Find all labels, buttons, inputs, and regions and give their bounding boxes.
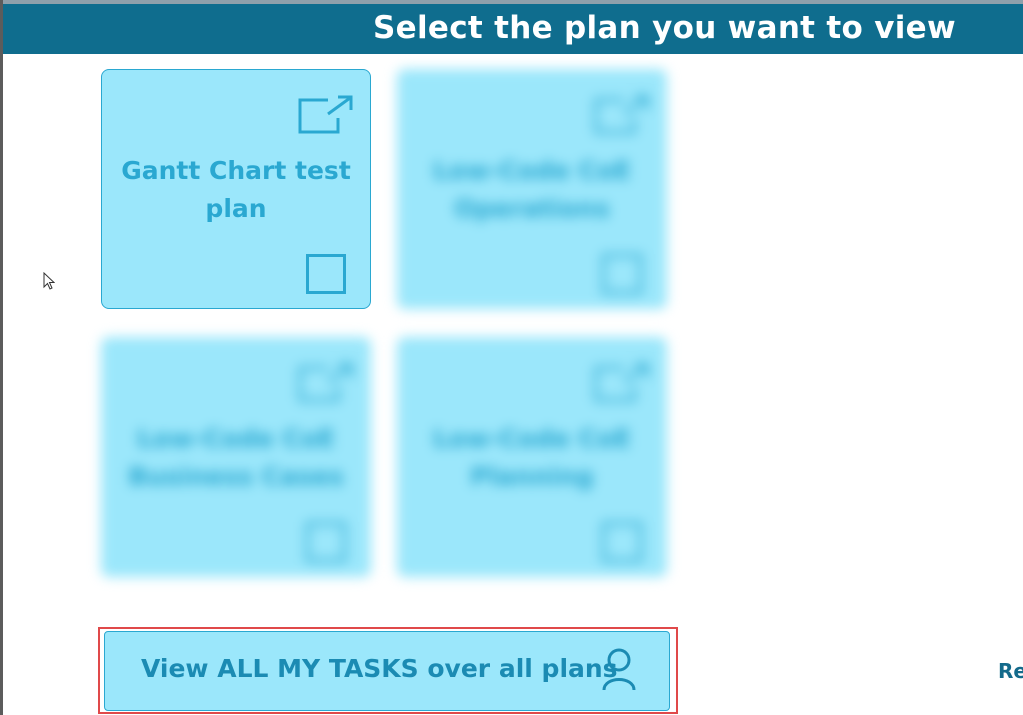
- header-bar: Select the plan you want to view: [3, 4, 1023, 54]
- person-icon: [602, 648, 636, 691]
- plan-checkbox[interactable]: [306, 254, 346, 294]
- plan-checkbox[interactable]: [602, 522, 642, 562]
- refresh-link[interactable]: Re: [998, 659, 1023, 683]
- plan-tile-planning[interactable]: Low-Code CoE Planning: [397, 337, 667, 577]
- plan-tile-operations[interactable]: Low-Code CoE Operations: [397, 69, 667, 309]
- plan-tile-label: Gantt Chart test plan: [121, 156, 351, 223]
- plan-tile-label: Low-Code CoE Business Cases: [128, 424, 344, 491]
- plan-checkbox[interactable]: [602, 254, 642, 294]
- view-all-my-tasks-button[interactable]: View ALL MY TASKS over all plans: [104, 631, 670, 711]
- open-external-icon[interactable]: [298, 94, 354, 136]
- open-external-icon[interactable]: [594, 362, 650, 404]
- plan-tile-gantt-chart-test-plan[interactable]: Gantt Chart test plan: [101, 69, 371, 309]
- open-external-icon[interactable]: [298, 362, 354, 404]
- plan-tile-business-cases[interactable]: Low-Code CoE Business Cases: [101, 337, 371, 577]
- view-all-my-tasks-label: View ALL MY TASKS over all plans: [141, 654, 618, 683]
- window-left-edge: [0, 0, 3, 715]
- plan-tile-label: Low-Code CoE Operations: [432, 156, 632, 223]
- plan-checkbox[interactable]: [306, 522, 346, 562]
- mouse-cursor-icon: [43, 272, 55, 290]
- page-title: Select the plan you want to view: [373, 10, 956, 46]
- open-external-icon[interactable]: [594, 94, 650, 136]
- plan-tile-label: Low-Code CoE Planning: [432, 424, 632, 491]
